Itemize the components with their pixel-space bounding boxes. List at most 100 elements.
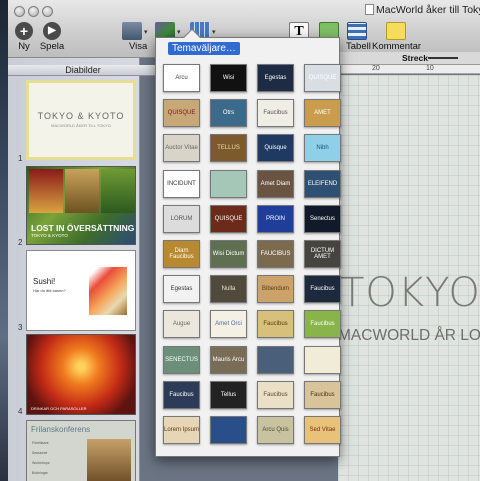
slide-number: 3 [18, 323, 23, 332]
theme-thumbnail[interactable]: Faucibus [257, 380, 294, 409]
slide-navigator: Diabilder 1 TOKYO & KYOTO MACWORLD ÅKER … [8, 58, 158, 481]
theme-thumbnail[interactable] [304, 345, 341, 374]
slide-caption: DRINKAR OCH PARASOLLER [31, 406, 87, 411]
theme-thumbnail[interactable]: Arcu Quis [257, 415, 294, 444]
theme-thumbnail[interactable]: Augue [163, 310, 200, 339]
table-icon[interactable] [347, 22, 367, 40]
slide-photo [29, 169, 63, 213]
theme-thumbnail[interactable]: FAUCIBUS [257, 239, 294, 268]
slide-number: 4 [18, 407, 23, 416]
theme-thumbnail[interactable]: LORUM [163, 204, 200, 233]
theme-thumbnail[interactable]: QUISQUE [304, 64, 341, 92]
theme-thumbnail[interactable]: Auctor Vitae [163, 134, 200, 163]
theme-thumbnail[interactable]: Sed Vitae [304, 415, 341, 444]
close-window-button[interactable] [14, 6, 25, 17]
theme-thumbnail[interactable]: Wisi [210, 64, 247, 92]
theme-thumbnail[interactable]: Lorem Ipsum [163, 415, 200, 444]
slide-subtitle: Har du ätit basen? [33, 288, 66, 293]
theme-thumbnail[interactable]: Tellus [210, 380, 247, 409]
play-icon: ▶ [43, 22, 61, 40]
stroke-style-selector[interactable] [428, 57, 458, 59]
theme-thumbnail[interactable] [210, 169, 247, 198]
theme-thumbnail[interactable]: Mauris Arcu [210, 345, 247, 374]
slide-bullet: Sessioner [32, 451, 48, 455]
theme-thumbnail[interactable]: DICTUM AMET [304, 239, 341, 268]
theme-thumbnail[interactable]: Faucibus [163, 380, 200, 409]
ruler: 20 10 [336, 65, 480, 74]
theme-chooser-menu-item[interactable]: Temaväljare… [168, 42, 240, 55]
slide-thumbnail-3[interactable]: Sushi! Har du ätit basen? [26, 250, 136, 331]
theme-thumbnail[interactable]: Nibh [304, 134, 341, 163]
theme-thumbnail[interactable]: Faucibus [304, 275, 341, 304]
theme-thumbnail[interactable]: Wisi Dictum [210, 239, 247, 268]
play-label: Spela [39, 41, 65, 52]
stroke-label: Streck [402, 53, 428, 63]
comment-icon[interactable] [386, 22, 406, 40]
table-label: Tabell [346, 41, 371, 52]
theme-thumbnail[interactable]: Faucibus [304, 380, 341, 409]
theme-thumbnail[interactable]: Nulla [210, 275, 247, 304]
slide-thumbnail-1[interactable]: TOKYO & KYOTO MACWORLD ÅKER TILL TOKYO [26, 80, 136, 160]
theme-thumbnail[interactable]: Quisque [257, 134, 294, 163]
slide-subtitle: TOKYO & KYOTO [31, 233, 68, 238]
view-icon[interactable] [122, 22, 142, 40]
comment-label: Kommentar [372, 41, 422, 52]
theme-thumbnail[interactable]: INCIDUNT [163, 169, 200, 198]
ruler-mark: 10 [426, 65, 434, 72]
theme-thumbnail[interactable]: QUISQUE [210, 204, 247, 233]
canvas-slide-subtitle[interactable]: MACWORLD ÅR LO [338, 327, 480, 345]
new-slide-label: Ny [18, 41, 30, 52]
theme-thumbnail[interactable] [257, 345, 294, 374]
plus-icon: + [15, 22, 33, 40]
slide-navigator-header: Diabilder [8, 65, 158, 76]
new-slide-button[interactable]: + Ny [12, 22, 36, 52]
theme-thumbnail[interactable]: PROIN [257, 204, 294, 233]
slide-bullet: Föreläsare [32, 441, 49, 445]
minimize-window-button[interactable] [28, 6, 39, 17]
slide-title: LOST IN ÖVERSÄTTNING [31, 223, 135, 233]
theme-thumbnail[interactable]: Otrs [210, 99, 247, 128]
theme-thumbnail[interactable]: Amet Orci [210, 310, 247, 339]
theme-thumbnail[interactable] [210, 415, 247, 444]
play-button[interactable]: ▶ Spela [36, 22, 68, 52]
theme-thumbnail[interactable]: Senectus [304, 204, 341, 233]
slide-thumbnail-5[interactable]: Frilanskonferens Föreläsare Sessioner Wo… [26, 420, 136, 481]
masters-menu-arrow-icon: ▾ [212, 29, 216, 36]
theme-thumbnail[interactable]: Egestas [163, 275, 200, 304]
slide-number: 2 [18, 238, 23, 247]
theme-thumbnail[interactable]: SENECTUS [163, 345, 200, 374]
theme-thumbnail[interactable]: Faucibus [257, 310, 294, 339]
view-menu-arrow-icon: ▾ [144, 29, 148, 36]
format-bar: Streck [336, 52, 480, 65]
slide-photo [65, 169, 99, 213]
theme-thumbnail[interactable]: ELEIFEND [304, 169, 341, 198]
slide-title: Frilanskonferens [31, 425, 91, 434]
theme-thumbnail[interactable]: TELLUS [210, 134, 247, 163]
slide-title: TOKYO & KYOTO [37, 111, 125, 121]
slide-title: Sushi! [33, 277, 56, 286]
theme-thumbnail[interactable]: QUISQUE [163, 99, 200, 128]
theme-thumbnail[interactable]: Egestas [257, 64, 294, 92]
theme-thumbnail[interactable]: Faucibus [304, 310, 341, 339]
view-label: Visa [129, 41, 148, 52]
ruler-mark: 20 [372, 65, 380, 72]
theme-thumbnail[interactable]: Diam Faucibus [163, 239, 200, 268]
canvas-slide-title[interactable]: TOKYO [340, 270, 480, 316]
slide-bullet: Bokningar [32, 471, 48, 475]
zoom-window-button[interactable] [42, 6, 53, 17]
theme-thumbnail[interactable]: Arcu [163, 64, 200, 92]
theme-grid: Arcu Wisi Egestas QUISQUE QUISQUE Otrs Faucibu… [163, 64, 341, 444]
slide-thumbnail-4[interactable]: DRINKAR OCH PARASOLLER [26, 334, 136, 415]
slide-canvas[interactable]: TOKYO MACWORLD ÅR LO [338, 75, 480, 481]
themes-menu-arrow-icon: ▾ [177, 29, 181, 36]
slide-photo [101, 169, 135, 213]
slide-thumbnail-2[interactable]: LOST IN ÖVERSÄTTNING TOKYO & KYOTO [26, 166, 136, 245]
slide-subtitle: MACWORLD ÅKER TILL TOKYO [51, 123, 111, 128]
theme-thumbnail[interactable]: Bibendum [257, 275, 294, 304]
theme-thumbnail[interactable]: AMET [304, 99, 341, 128]
theme-chooser-popover: Temaväljare… Arcu Wisi Egestas QUISQUE QUISQ… [155, 28, 341, 457]
theme-thumbnail[interactable]: Faucibus [257, 99, 294, 128]
theme-thumbnail[interactable]: Amet Diam [257, 169, 294, 198]
slide-photo [87, 439, 131, 481]
slide-bullet: Workshops [32, 461, 50, 465]
